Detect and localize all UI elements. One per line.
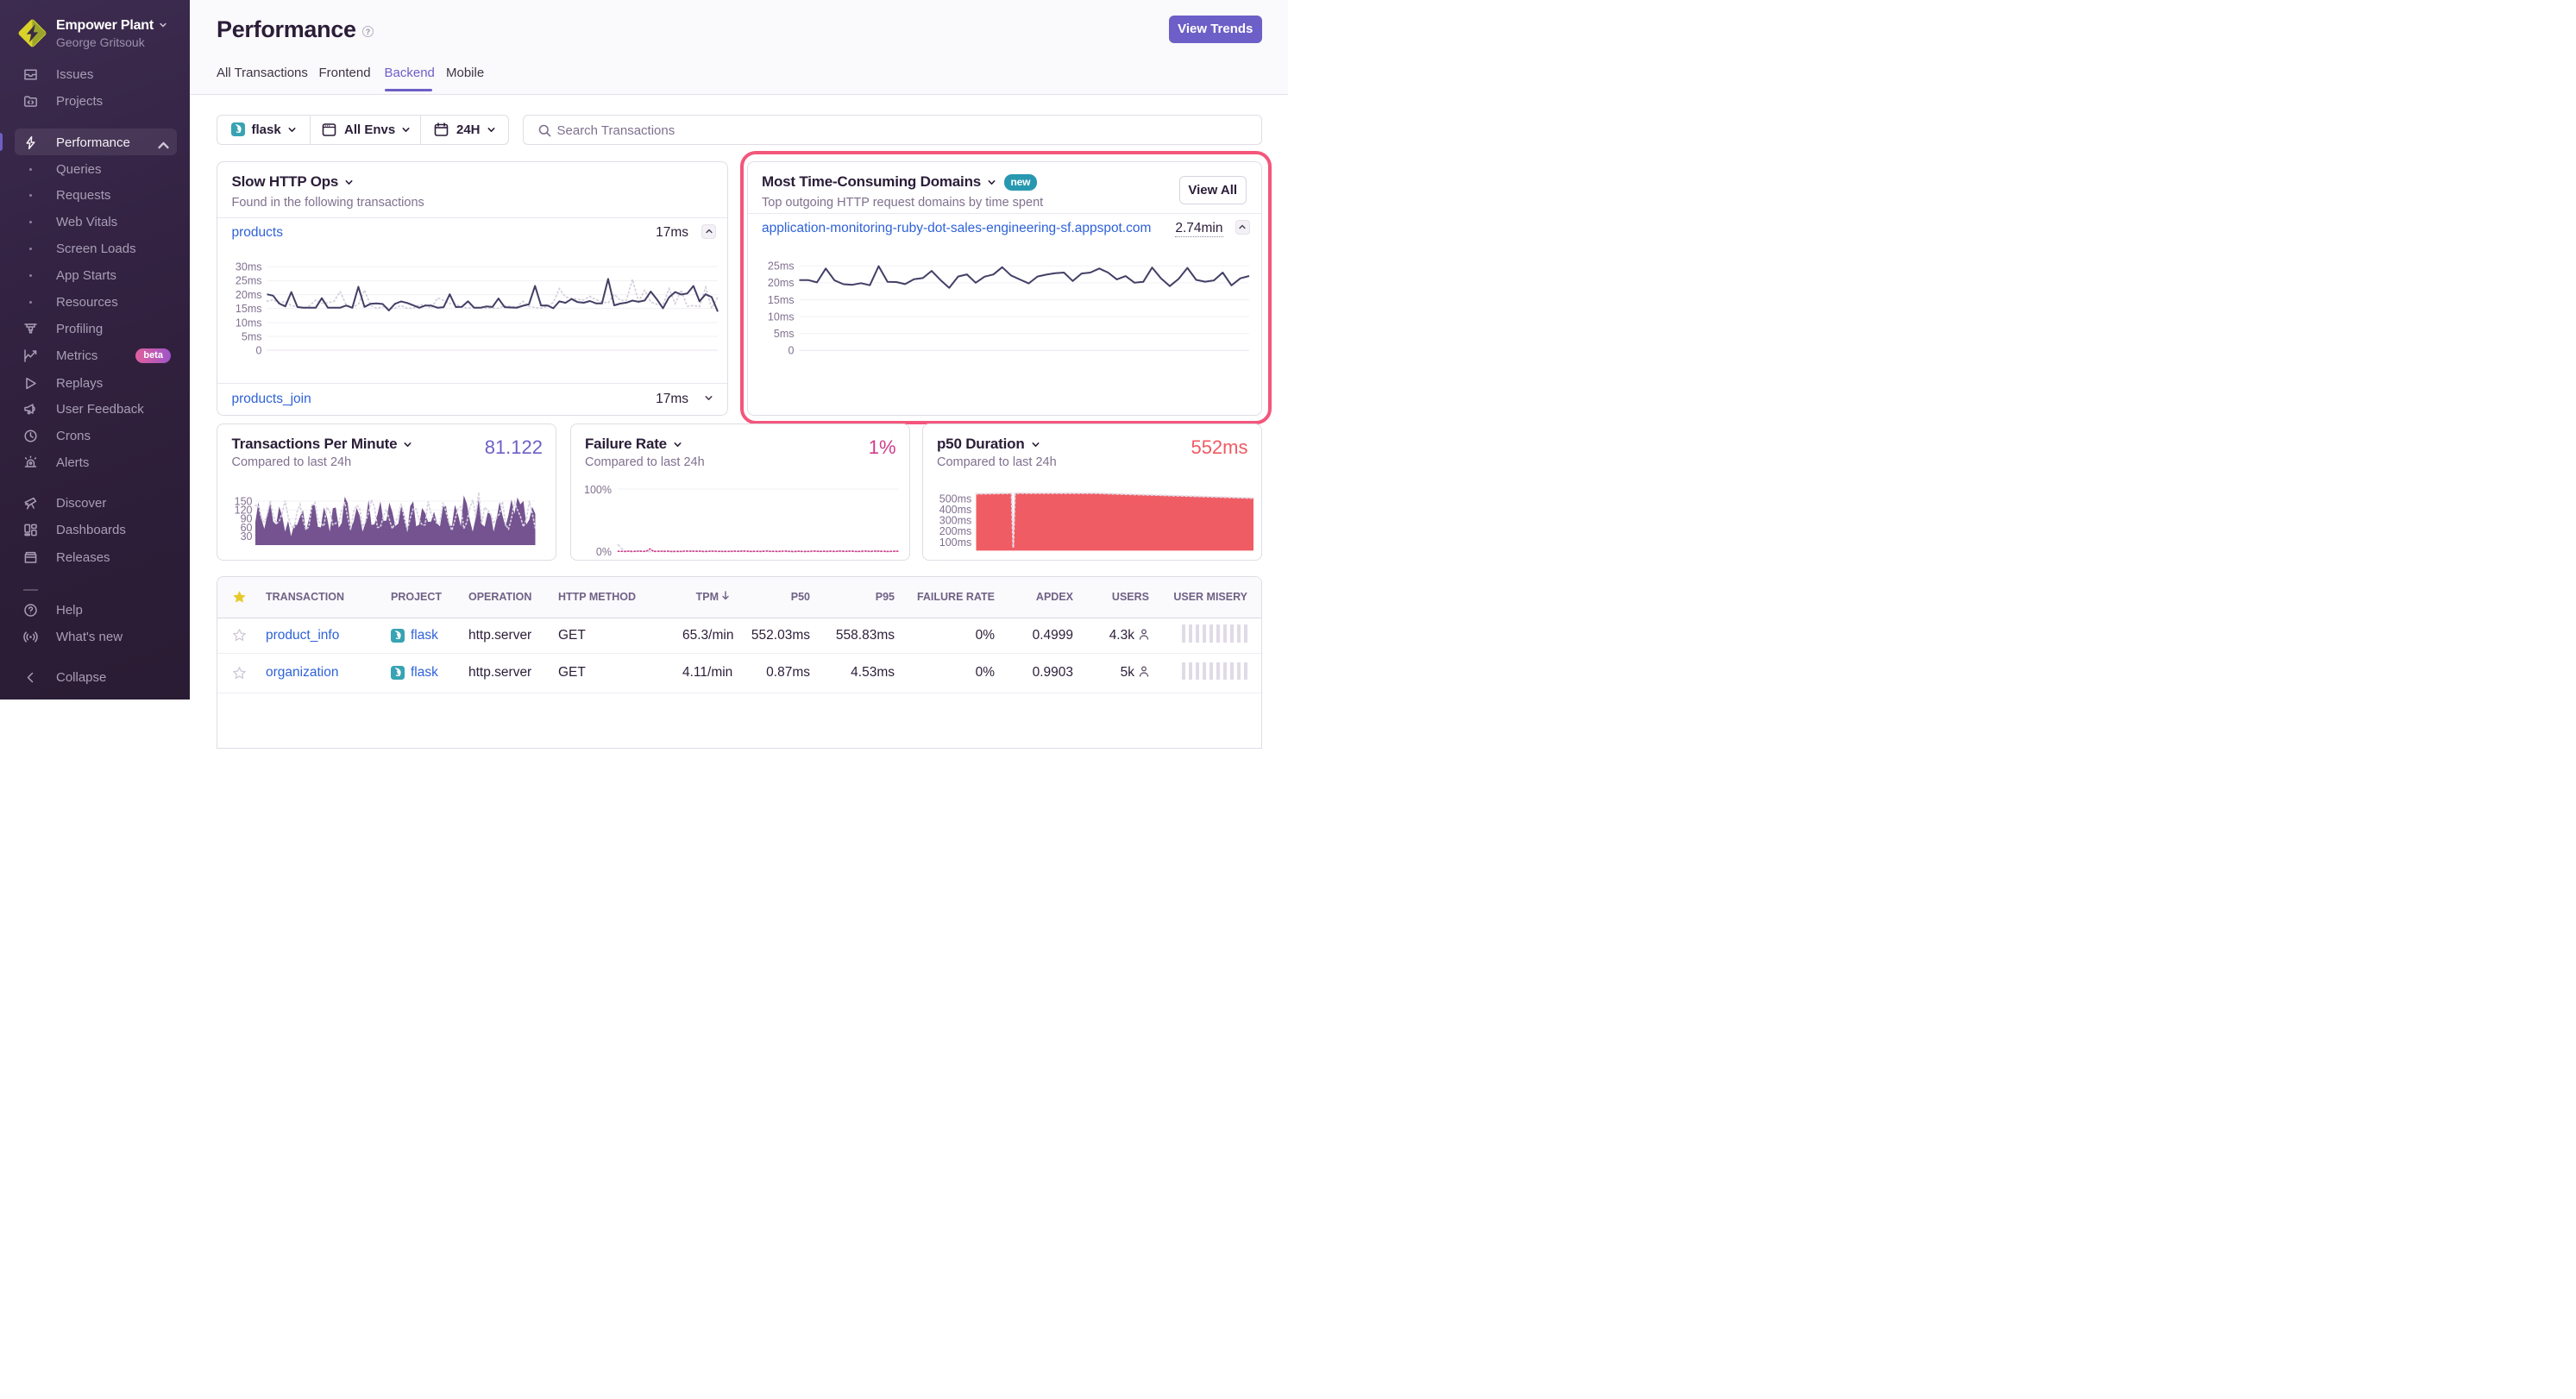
svg-text:20ms: 20ms <box>236 289 262 301</box>
svg-text:15ms: 15ms <box>236 303 262 315</box>
svg-text:0: 0 <box>788 345 794 357</box>
svg-text:25ms: 25ms <box>767 260 794 273</box>
svg-text:100ms: 100ms <box>939 536 971 549</box>
svg-text:15ms: 15ms <box>767 294 794 306</box>
svg-text:30ms: 30ms <box>236 261 262 273</box>
svg-text:10ms: 10ms <box>767 311 794 323</box>
svg-text:10ms: 10ms <box>236 317 262 329</box>
svg-text:5ms: 5ms <box>773 328 794 340</box>
svg-text:100%: 100% <box>584 484 612 496</box>
svg-text:25ms: 25ms <box>236 275 262 287</box>
svg-text:0%: 0% <box>595 546 611 558</box>
svg-text:20ms: 20ms <box>767 277 794 289</box>
svg-text:5ms: 5ms <box>242 330 262 342</box>
svg-text:0: 0 <box>256 344 262 356</box>
svg-text:30: 30 <box>241 530 253 543</box>
